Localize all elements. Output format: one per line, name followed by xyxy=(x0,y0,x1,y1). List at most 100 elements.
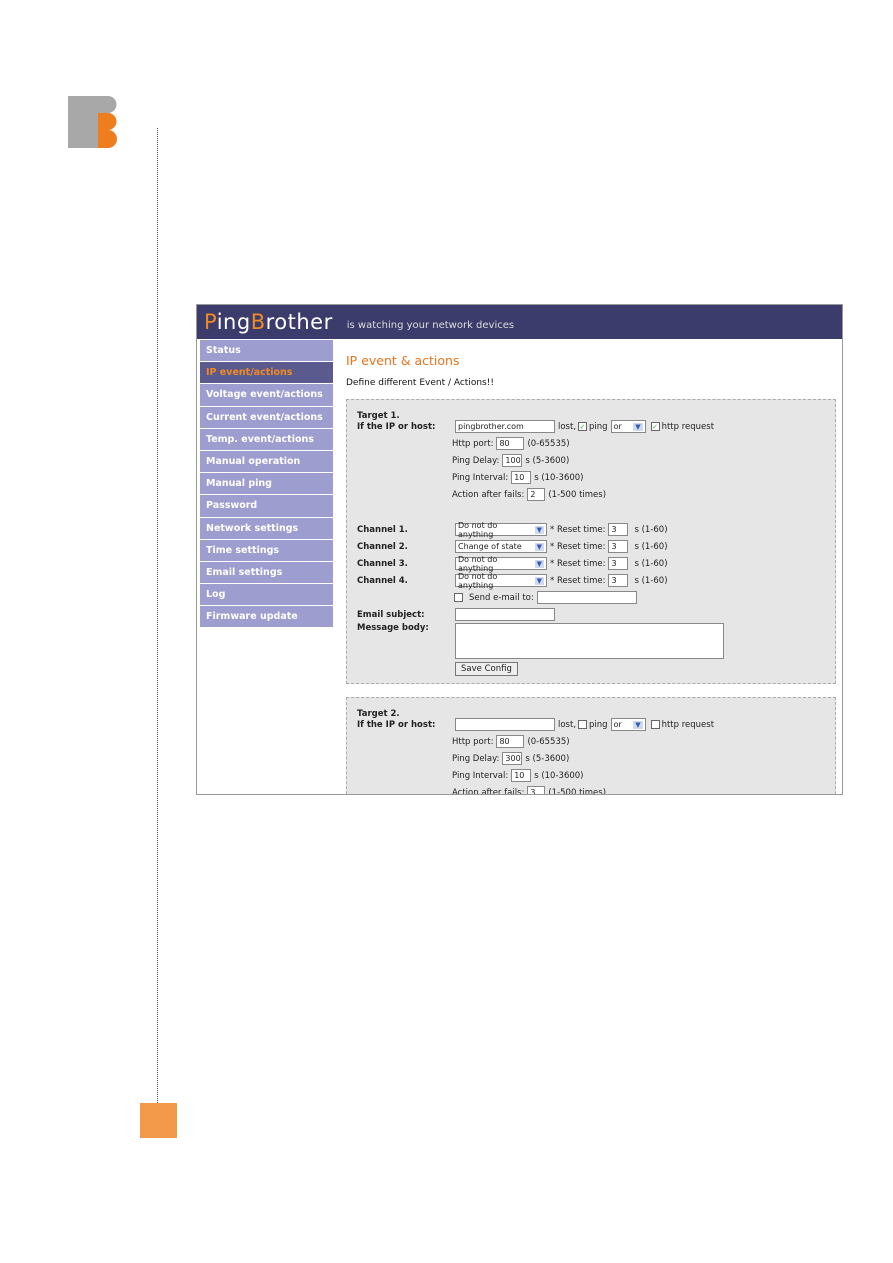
send-email-checkbox[interactable] xyxy=(454,593,463,602)
ping_interval-label: Ping Interval: xyxy=(452,472,509,483)
ping-label: ping xyxy=(589,421,608,432)
sidebar-item[interactable]: Firmware update xyxy=(200,606,333,629)
target-title: Target 1. xyxy=(357,410,400,421)
sidebar-item[interactable]: Email settings xyxy=(200,561,333,585)
http_port-range: (0-65535) xyxy=(527,438,570,449)
app-header: PingBrother is watching your network dev… xyxy=(197,305,842,339)
chevron-down-icon: ▼ xyxy=(633,422,643,431)
reset-label: * Reset time: xyxy=(550,524,606,535)
message-body-label: Message body: xyxy=(357,623,429,633)
ping_interval-label: Ping Interval: xyxy=(452,770,509,781)
ping-checkbox[interactable] xyxy=(578,720,588,729)
ping_interval-input[interactable]: 10 xyxy=(511,471,532,484)
pingbrother-logo xyxy=(68,96,117,148)
chevron-down-icon: ▼ xyxy=(534,542,544,551)
sidebar-item[interactable]: Manual operation xyxy=(200,450,333,474)
email-to-input[interactable] xyxy=(536,591,637,604)
host-input[interactable]: pingbrother.com xyxy=(455,420,555,433)
ping_interval-range: s (10-3600) xyxy=(534,770,584,781)
margin-divider xyxy=(157,128,158,1103)
http_port-label: Http port: xyxy=(452,736,494,747)
ping_delay-input[interactable]: 100 xyxy=(502,454,523,467)
http_port-input[interactable]: 80 xyxy=(496,735,525,748)
http_port-input[interactable]: 80 xyxy=(496,437,525,450)
email-subject-label: Email subject: xyxy=(357,609,425,620)
ping_interval-range: s (10-3600) xyxy=(534,472,584,483)
host-label: If the IP or host: xyxy=(357,719,436,730)
channel-action-select[interactable]: Change of state ▼ xyxy=(455,540,547,553)
fails-input[interactable]: 3 xyxy=(527,786,546,794)
tagline: is watching your network devices xyxy=(346,319,515,331)
chevron-down-icon: ▼ xyxy=(534,576,544,585)
ping_delay-input[interactable]: 300 xyxy=(502,752,523,765)
main-content: IP event & actions Define different Even… xyxy=(346,353,836,795)
sidebar-item[interactable]: Voltage event/actions xyxy=(200,384,333,407)
reset-time-input[interactable]: 3 xyxy=(608,523,629,536)
reset-range: s (1-60) xyxy=(634,541,668,552)
ping-or-select[interactable]: or ▼ xyxy=(610,420,646,433)
host-input[interactable] xyxy=(455,718,555,731)
fails-label: Action after fails: xyxy=(452,787,525,795)
reset-label: * Reset time: xyxy=(550,541,606,552)
ping_delay-range: s (5-3600) xyxy=(525,753,570,764)
reset-range: s (1-60) xyxy=(634,524,668,535)
reset-time-input[interactable]: 3 xyxy=(608,540,629,553)
reset-time-input[interactable]: 3 xyxy=(608,557,629,570)
ping-label: ping xyxy=(589,719,608,730)
sidebar-item[interactable]: Time settings xyxy=(200,539,333,562)
pingbrother-screenshot: PingBrother is watching your network dev… xyxy=(196,304,843,795)
http-label: http request xyxy=(661,719,715,730)
channel-action-select[interactable]: Do not do anything ▼ xyxy=(455,521,547,539)
sidebar-item[interactable]: Current event/actions xyxy=(200,406,333,429)
page-marker xyxy=(140,1103,177,1138)
lost-label: lost, xyxy=(558,421,577,432)
reset-range: s (1-60) xyxy=(634,575,668,586)
host-label: If the IP or host: xyxy=(357,421,436,432)
http-checkbox[interactable]: ✓ xyxy=(650,422,660,431)
message-body-textarea[interactable] xyxy=(455,623,724,659)
ping_interval-input[interactable]: 10 xyxy=(511,769,532,782)
chevron-down-icon: ▼ xyxy=(534,525,544,534)
http_port-range: (0-65535) xyxy=(527,736,570,747)
sidebar-item[interactable]: Status xyxy=(200,340,333,363)
http-label: http request xyxy=(661,421,715,432)
save-config-button[interactable]: Save Config xyxy=(455,662,518,676)
send-email-label: Send e-mail to: xyxy=(469,592,534,603)
ping-checkbox[interactable]: ✓ xyxy=(578,422,588,431)
reset-range: s (1-60) xyxy=(634,558,668,569)
email-subject-input[interactable] xyxy=(455,608,555,621)
channel-action-select[interactable]: Do not do anything ▼ xyxy=(455,555,547,573)
target-title: Target 2. xyxy=(357,708,400,719)
sidebar-item[interactable]: Log xyxy=(200,584,333,607)
fails-input[interactable]: 2 xyxy=(527,488,546,501)
reset-label: * Reset time: xyxy=(550,575,606,586)
channel-label: Channel 3. xyxy=(357,558,408,569)
sidebar: Status IP event/actions Voltage event/acti… xyxy=(200,340,333,629)
channel-label: Channel 4. xyxy=(357,575,408,586)
chevron-down-icon: ▼ xyxy=(534,559,544,568)
brand-logo: PingBrother xyxy=(204,310,333,334)
channel-action-select[interactable]: Do not do anything ▼ xyxy=(455,572,547,590)
channel-label: Channel 1. xyxy=(357,524,408,535)
sidebar-item[interactable]: Password xyxy=(200,495,333,518)
sidebar-item[interactable]: Manual ping xyxy=(200,473,333,496)
reset-time-input[interactable]: 3 xyxy=(608,574,629,587)
ping-or-select[interactable]: or ▼ xyxy=(610,718,646,731)
fails-range: (1-500 times) xyxy=(548,489,607,500)
page-description: Define different Event / Actions!! xyxy=(346,378,494,388)
page-title: IP event & actions xyxy=(346,353,460,368)
chevron-down-icon: ▼ xyxy=(633,720,643,729)
fails-range: (1-500 times) xyxy=(548,787,607,795)
http-checkbox[interactable] xyxy=(650,720,660,729)
fails-label: Action after fails: xyxy=(452,489,525,500)
channel-label: Channel 2. xyxy=(357,541,408,552)
ping_delay-label: Ping Delay: xyxy=(452,753,500,764)
sidebar-item[interactable]: IP event/actions xyxy=(200,362,333,385)
sidebar-item[interactable]: Network settings xyxy=(200,517,333,540)
lost-label: lost, xyxy=(558,719,577,730)
http_port-label: Http port: xyxy=(452,438,494,449)
ping_delay-label: Ping Delay: xyxy=(452,455,500,466)
sidebar-item[interactable]: Temp. event/actions xyxy=(200,428,333,451)
target-1-panel: Target 1. If the IP or host: pingbrother… xyxy=(346,399,836,684)
reset-label: * Reset time: xyxy=(550,558,606,569)
